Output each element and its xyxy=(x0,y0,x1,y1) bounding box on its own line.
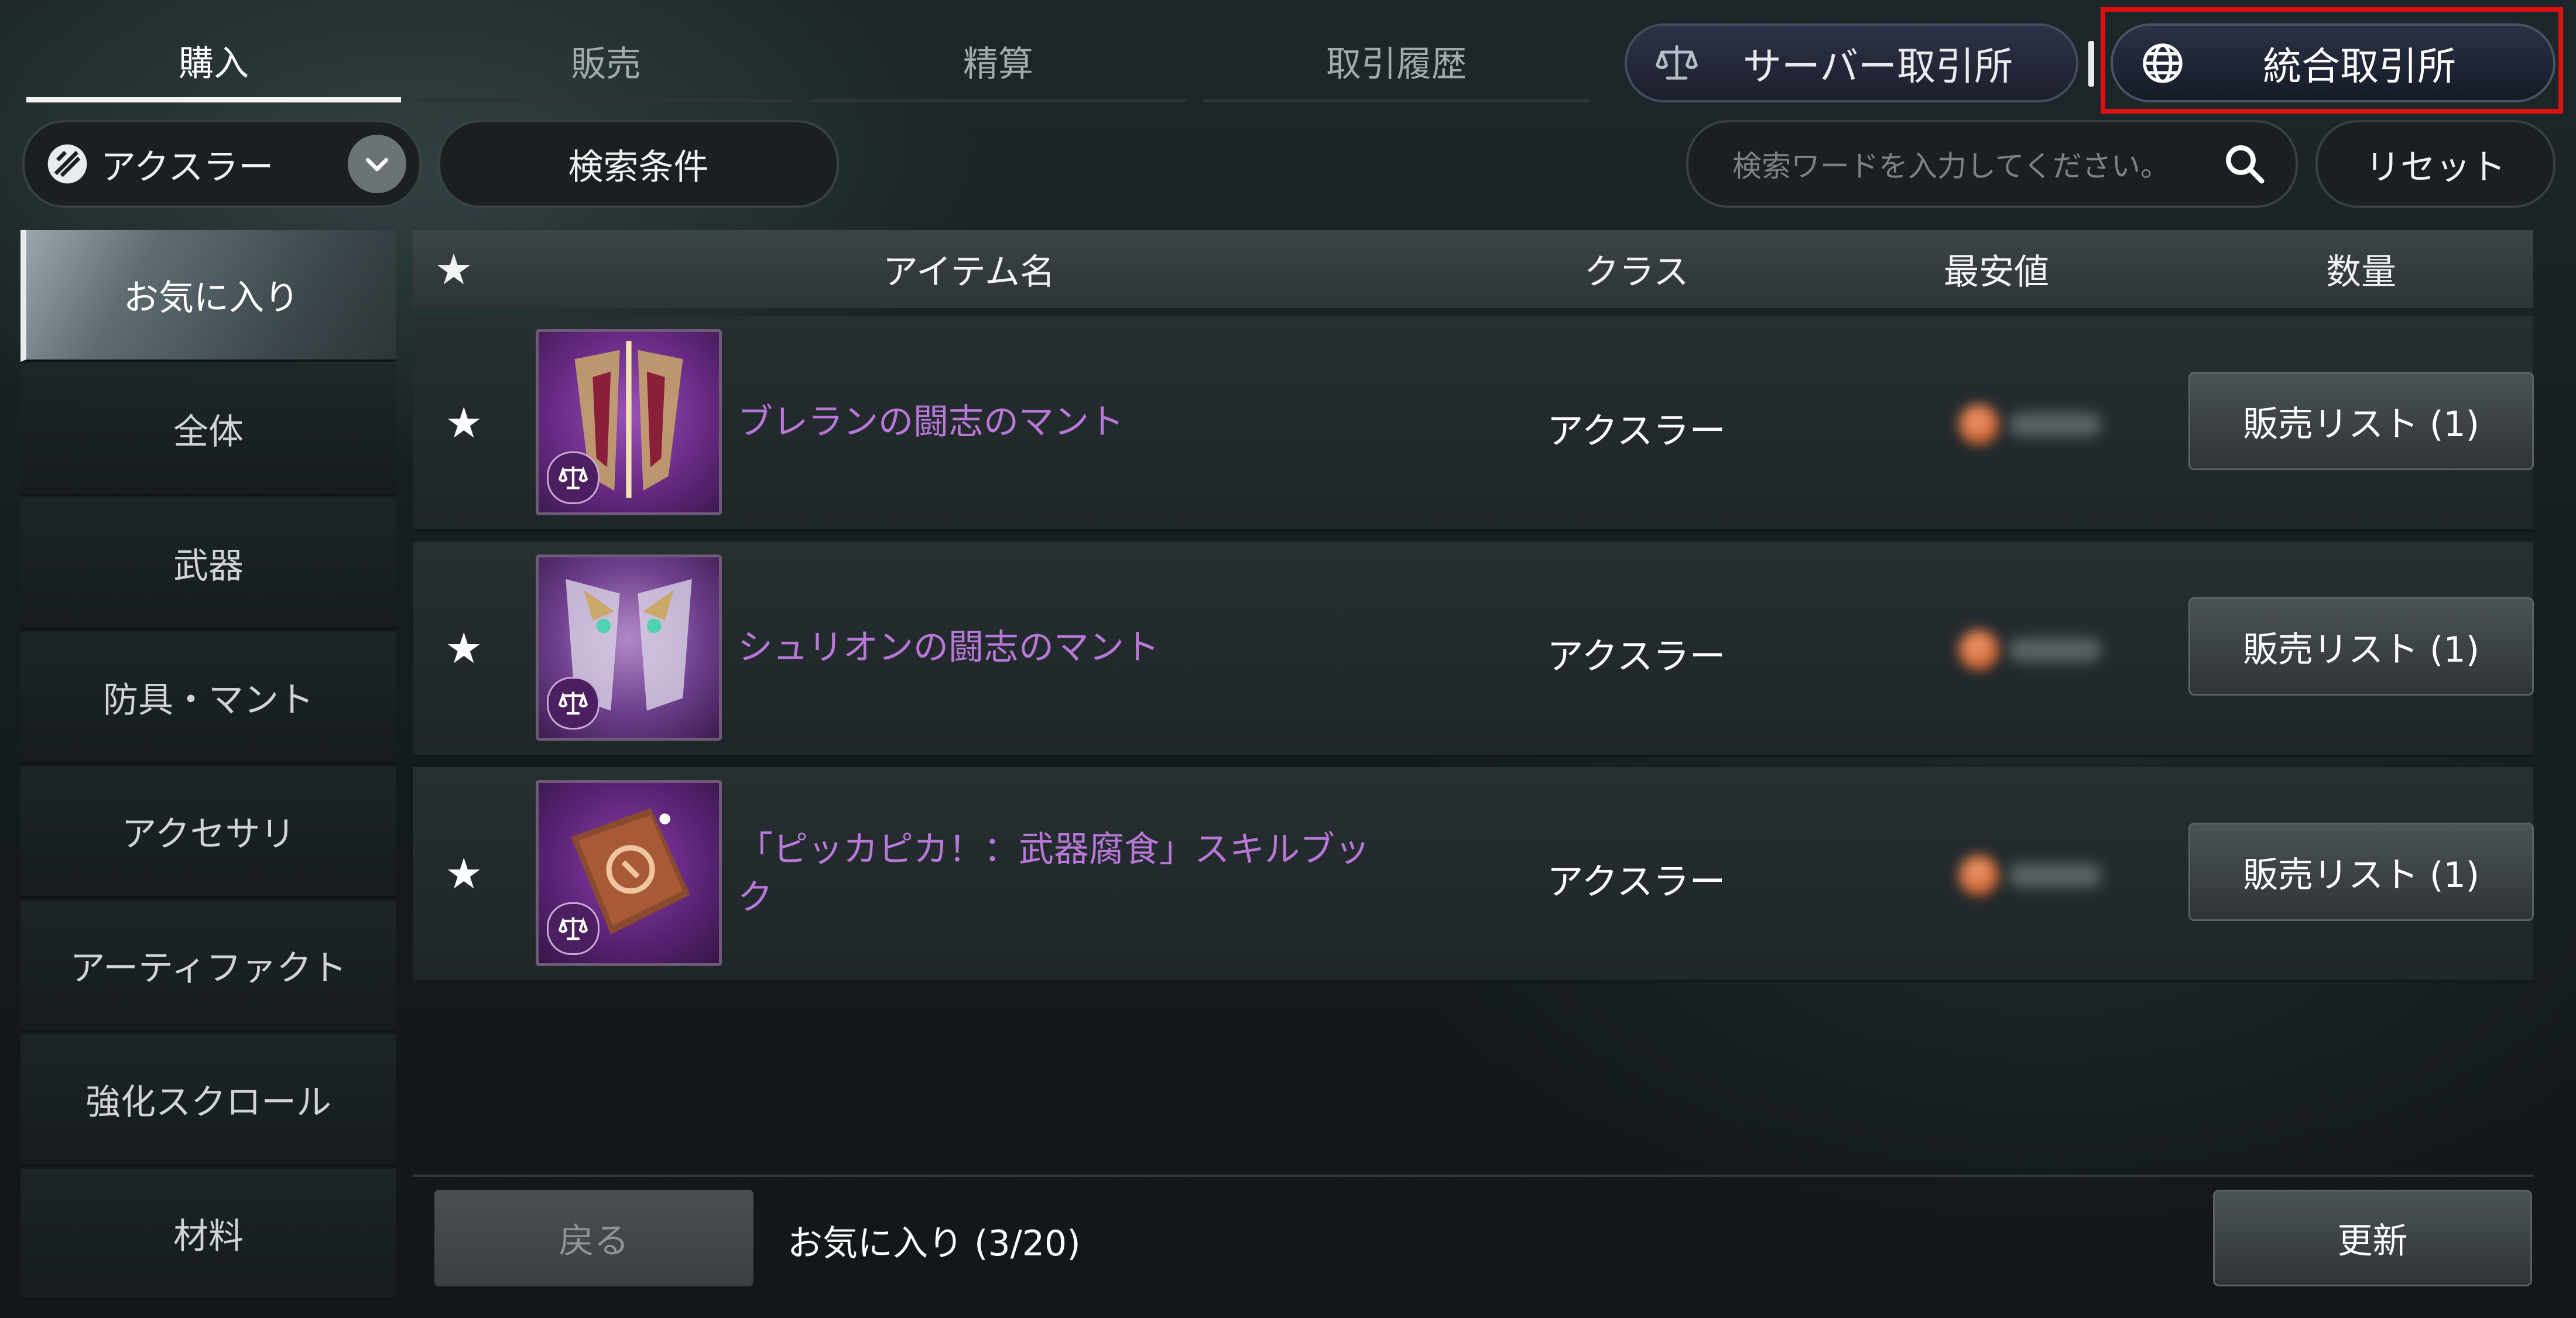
header-item-name-label: アイテム名 xyxy=(883,252,1055,293)
sidebar-item-label: 全体 xyxy=(173,412,244,453)
sales-list-button[interactable]: 販売リスト (1) xyxy=(2188,597,2534,696)
scales-icon xyxy=(1650,37,1703,90)
tab-sell-label: 販売 xyxy=(571,44,641,85)
server-exchange-button[interactable]: サーバー取引所 xyxy=(1625,23,2078,102)
table-row[interactable]: ★ シュリオンの闘志のマント アクスラー 販売リスト (1) xyxy=(413,542,2534,757)
class-emblem-icon xyxy=(42,139,93,189)
favorite-star-icon[interactable]: ★ xyxy=(445,398,483,447)
integrated-exchange-button[interactable]: 統合取引所 xyxy=(2111,23,2556,102)
table-header: ★ アイテム名 クラス 最安値 数量 xyxy=(413,230,2533,308)
reset-label: リセット xyxy=(2365,146,2506,188)
sidebar-item-label: 防具・マント xyxy=(103,680,314,721)
class-select-value: アクスラー xyxy=(101,146,274,188)
item-class: アクスラー xyxy=(1547,860,1726,903)
globe-icon xyxy=(2136,37,2189,90)
update-label: 更新 xyxy=(2337,1221,2408,1262)
trade-scales-badge-icon xyxy=(547,677,600,730)
tab-history[interactable]: 取引履歴 xyxy=(1203,23,1590,102)
lowest-price-blurred xyxy=(1865,831,2128,913)
header-class-label: クラス xyxy=(1584,252,1689,293)
sidebar-item-all[interactable]: 全体 xyxy=(20,364,396,496)
header-star-icon[interactable]: ★ xyxy=(424,230,483,308)
sidebar-item-accessories[interactable]: アクセサリ xyxy=(20,766,396,898)
sidebar-item-label: お気に入り xyxy=(124,278,299,319)
price-amount-blurred xyxy=(2008,864,2102,887)
sales-list-label: 販売リスト (1) xyxy=(2242,629,2480,670)
update-button[interactable]: 更新 xyxy=(2213,1190,2532,1286)
tab-purchase[interactable]: 購入 xyxy=(26,23,401,102)
header-lowest-price: 最安値 xyxy=(1865,230,2128,308)
sidebar-item-weapons[interactable]: 武器 xyxy=(20,498,396,630)
price-amount-blurred xyxy=(2008,638,2102,662)
sales-list-label: 販売リスト (1) xyxy=(2242,403,2480,445)
item-name[interactable]: 「ピッカピカ！：武器腐食」スキルブック xyxy=(738,826,1399,922)
lowest-price-blurred xyxy=(1865,381,2128,463)
sales-list-button[interactable]: 販売リスト (1) xyxy=(2188,372,2534,470)
sidebar-item-armor-cloak[interactable]: 防具・マント xyxy=(20,632,396,764)
sidebar-item-label: 強化スクロール xyxy=(85,1082,331,1123)
search-input[interactable]: 検索ワードを入力してください。 xyxy=(1686,120,2298,208)
back-label: 戻る xyxy=(559,1221,629,1262)
search-conditions-button[interactable]: 検索条件 xyxy=(438,120,839,208)
search-icon[interactable] xyxy=(2222,141,2267,187)
header-star: ★ xyxy=(434,244,473,294)
sidebar-item-artifacts[interactable]: アーティファクト xyxy=(20,901,396,1032)
lowest-price-blurred xyxy=(1865,606,2128,688)
trade-scales-badge-icon xyxy=(547,451,600,504)
item-name[interactable]: シュリオンの闘志のマント xyxy=(738,624,1417,672)
server-exchange-label: サーバー取引所 xyxy=(1742,43,2013,89)
header-quantity: 数量 xyxy=(2188,230,2534,308)
tab-history-label: 取引履歴 xyxy=(1326,44,1467,85)
table-row[interactable]: ★ 「ピッカピカ！：武器腐食」スキルブック アクスラー 販売リスト (1) xyxy=(413,767,2534,982)
search-conditions-label: 検索条件 xyxy=(568,146,709,188)
header-item-name: アイテム名 xyxy=(823,230,1115,308)
skillbook-icon xyxy=(536,780,722,966)
item-class: アクスラー xyxy=(1547,635,1726,677)
header-class: クラス xyxy=(1455,230,1818,308)
item-class: アクスラー xyxy=(1547,409,1726,452)
tab-settlement[interactable]: 精算 xyxy=(811,23,1186,102)
sidebar-item-materials[interactable]: 材料 xyxy=(20,1169,396,1300)
currency-coin-icon xyxy=(1958,404,1999,445)
chevron-down-icon xyxy=(348,135,406,193)
sidebar-item-label: アクセサリ xyxy=(121,814,296,855)
sidebar-item-label: 武器 xyxy=(173,546,244,587)
currency-coin-icon xyxy=(1958,629,1999,670)
favorite-star-icon[interactable]: ★ xyxy=(445,849,483,898)
tab-sell[interactable]: 販売 xyxy=(419,23,793,102)
sidebar-item-enhance-scrolls[interactable]: 強化スクロール xyxy=(20,1035,396,1166)
sidebar-item-favorites[interactable]: お気に入り xyxy=(20,230,396,362)
favorite-star-icon[interactable]: ★ xyxy=(445,624,483,673)
tab-purchase-label: 購入 xyxy=(179,43,249,84)
table-row[interactable]: ★ ブレランの闘志のマント アクスラー 販売リスト (1) xyxy=(413,316,2534,532)
item-name[interactable]: ブレランの闘志のマント xyxy=(738,398,1417,446)
currency-coin-icon xyxy=(1958,855,1999,896)
reset-button[interactable]: リセット xyxy=(2315,120,2556,208)
favorite-star: ★ xyxy=(445,849,483,898)
class-select[interactable]: アクスラー xyxy=(22,120,422,208)
sidebar-item-label: アーティファクト xyxy=(70,948,347,989)
sales-list-label: 販売リスト (1) xyxy=(2242,854,2480,896)
tab-settlement-label: 精算 xyxy=(963,44,1033,85)
header-quantity-label: 数量 xyxy=(2326,252,2396,293)
search-placeholder: 検索ワードを入力してください。 xyxy=(1732,149,2170,183)
trade-scales-badge-icon xyxy=(547,902,600,955)
header-lowest-price-label: 最安値 xyxy=(1944,252,2049,293)
cloak-icon xyxy=(536,329,722,515)
favorites-count: お気に入り (3/20) xyxy=(787,1223,1081,1264)
sidebar-item-label: 材料 xyxy=(173,1216,244,1257)
price-amount-blurred xyxy=(2008,413,2102,436)
favorite-star: ★ xyxy=(445,624,483,673)
favorite-star: ★ xyxy=(445,398,483,447)
back-button[interactable]: 戻る xyxy=(434,1190,753,1286)
cloak-icon xyxy=(536,554,722,741)
exchange-divider xyxy=(2088,41,2094,87)
integrated-exchange-label: 統合取引所 xyxy=(2263,43,2456,89)
footer-divider xyxy=(413,1175,2533,1177)
sales-list-button[interactable]: 販売リスト (1) xyxy=(2188,823,2534,921)
